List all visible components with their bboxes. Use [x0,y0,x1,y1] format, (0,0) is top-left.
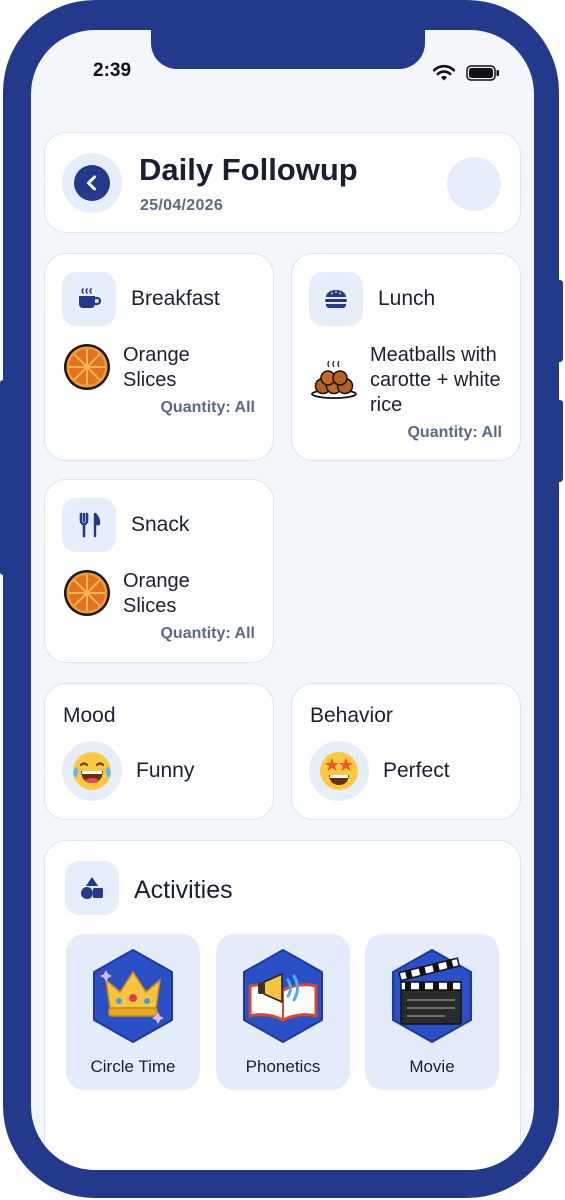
breakfast-quantity: Quantity: All [160,399,255,416]
activity-label: Circle Time [90,1057,176,1076]
lunch-quantity: Quantity: All [407,424,502,441]
activities-card: Activities Circle Time Phonetics Movie [44,840,521,1170]
lunch-title: Lunch [378,287,436,310]
coffee-cup-icon [79,288,102,308]
behavior-label: Behavior [310,704,393,727]
lunch-food: Meatballs with carotte + white rice [370,344,501,416]
activity-label: Movie [409,1057,455,1076]
battery-icon [466,65,499,81]
chevron-left-icon [87,175,96,191]
book-megaphone-icon [243,949,323,1043]
activity-phonetics[interactable]: Phonetics [216,934,350,1090]
behavior-value: Perfect [383,759,450,782]
orange-slice-icon [64,570,110,616]
orange-slice-icon [64,344,110,390]
lunch-card[interactable]: Lunch Meatballs with carotte + white ric… [291,253,521,461]
snack-food: Orange Slices [123,570,190,617]
clapperboard-icon [392,949,472,1043]
status-icons [432,64,500,82]
crown-icon [93,949,173,1043]
phone-side-button-right-2 [556,400,563,482]
header-card: Daily Followup 25/04/2026 [44,132,521,233]
status-time: 2:39 [93,60,132,81]
mood-value: Funny [136,759,195,782]
page-title: Daily Followup [139,152,358,187]
screen: 2:39 Daily Followup 25/04/2026 Breakfast… [31,30,534,1170]
fork-knife-icon [79,512,101,538]
mood-card[interactable]: Mood Funny [44,683,274,820]
back-button[interactable] [62,153,122,213]
breakfast-food: Orange Slices [123,344,190,391]
shapes-icon [81,877,103,899]
activities-title: Activities [134,876,233,904]
star-eyes-emoji-icon [320,752,358,790]
activity-label: Phonetics [245,1057,321,1076]
meatballs-icon [311,360,357,399]
notch [151,30,425,69]
breakfast-card[interactable]: Breakfast Orange Slices Quantity: All [44,253,274,461]
burger-icon [325,290,347,308]
phone-side-button-left [0,380,6,575]
snack-quantity: Quantity: All [160,625,255,642]
wifi-icon [432,64,456,81]
breakfast-title: Breakfast [131,287,220,310]
avatar[interactable] [447,157,501,211]
activity-circle-time[interactable]: Circle Time [66,934,200,1090]
mood-label: Mood [63,704,116,727]
page-date: 25/04/2026 [140,197,224,214]
behavior-card[interactable]: Behavior Perfect [291,683,521,820]
laughing-emoji-icon [73,752,111,790]
snack-card[interactable]: Snack Orange Slices Quantity: All [44,479,274,663]
activity-movie[interactable]: Movie [365,934,499,1090]
phone-side-button-right-1 [556,280,563,362]
snack-title: Snack [131,513,190,536]
